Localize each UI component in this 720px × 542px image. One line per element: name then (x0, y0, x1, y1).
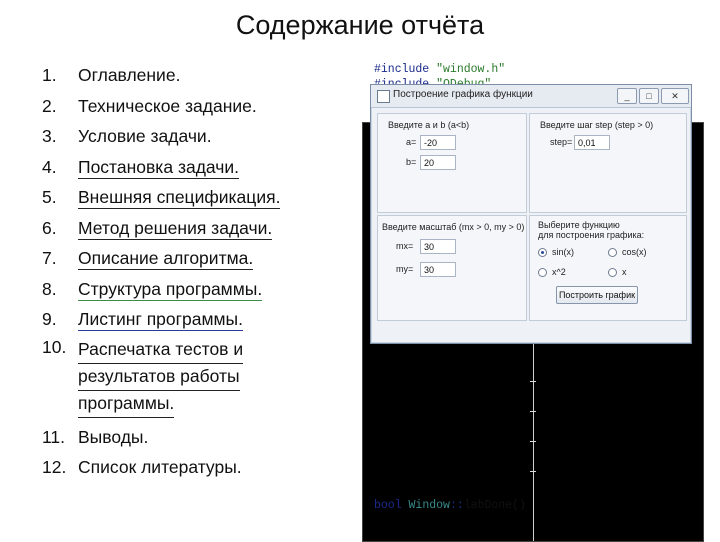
b-input[interactable]: 20 (420, 155, 456, 170)
mx-input[interactable]: 30 (420, 239, 456, 254)
toc-link[interactable]: результатов работы (78, 364, 240, 391)
toc-link[interactable]: Распечатка тестов и (78, 337, 244, 364)
mx-label: mx= (396, 241, 414, 251)
toc-link[interactable]: Листинг программы. (78, 309, 244, 331)
toc-item-2: 2. Техническое задание. (42, 91, 342, 122)
a-input[interactable]: -20 (420, 135, 456, 150)
plot-graph-button[interactable]: Построить график (556, 286, 638, 304)
toc-number: 4. (42, 156, 57, 177)
toc-item-10[interactable]: 10. Распечатка тестов и результатов рабо… (42, 335, 342, 422)
toc-link[interactable]: Постановка задачи. (78, 156, 240, 179)
step-label: step= (550, 137, 573, 147)
step-heading: Введите шаг step (step > 0) (540, 120, 654, 130)
axis-tick (530, 411, 536, 412)
toc-text: Техническое задание. (78, 95, 257, 116)
radio-x-squared[interactable] (538, 268, 547, 277)
toc-item-5[interactable]: 5. Внешняя спецификация. (42, 182, 342, 213)
function-heading-line1: Выберите функцию (538, 220, 620, 230)
toc-item-3: 3. Условие задачи. (42, 121, 342, 152)
my-label: my= (396, 264, 414, 274)
toc-number: 12. (42, 457, 67, 477)
slide-title: Содержание отчёта (235, 10, 485, 40)
toc-item-6[interactable]: 6. Метод решения задачи. (42, 213, 342, 244)
code-snippet-bottom: bool Window::labDone() (374, 499, 526, 512)
radio-cos-label: cos(x) (622, 247, 647, 257)
minimize-button[interactable]: _ (617, 88, 637, 104)
axis-tick (530, 441, 536, 442)
window-title: Построение графика функции (393, 89, 533, 100)
toc-text: Выводы. (78, 426, 149, 447)
step-input[interactable]: 0,01 (574, 135, 610, 150)
radio-cos[interactable] (608, 248, 617, 257)
toc-number: 10. (42, 336, 67, 357)
toc-item-8[interactable]: 8. Структура программы. (42, 274, 342, 305)
function-panel: Выберите функцию для построения графика:… (529, 215, 687, 321)
code-line: #include "window.h" (374, 63, 506, 76)
step-panel: Введите шаг step (step > 0) step= 0,01 (529, 113, 687, 213)
toc-item-7[interactable]: 7. Описание алгоритма. (42, 243, 342, 274)
plot-settings-window: Построение графика функции _ □ ✕ Введите… (370, 84, 692, 344)
toc-text: Список литературы. (78, 457, 242, 477)
window-titlebar[interactable]: Построение графика функции _ □ ✕ (371, 85, 691, 108)
axis-tick (530, 381, 536, 382)
toc-number: 6. (42, 217, 57, 238)
toc-item-9[interactable]: 9. Листинг программы. (42, 304, 342, 335)
toc-item-4[interactable]: 4. Постановка задачи. (42, 152, 342, 183)
program-screenshot: #include "window.h" #include "QDebug" По… (360, 56, 705, 542)
radio-x-squared-label: x^2 (552, 267, 566, 277)
scale-panel: Введите масштаб (mx > 0, my > 0) mx= 30 … (377, 215, 527, 321)
maximize-button[interactable]: □ (639, 88, 659, 104)
toc-link[interactable]: Описание алгоритма. (78, 248, 254, 270)
toc-number: 8. (42, 278, 57, 299)
toc-item-1: 1. Оглавление. (42, 60, 342, 91)
close-button[interactable]: ✕ (661, 88, 689, 104)
range-panel: Введите a и b (a<b) a= -20 b= 20 (377, 113, 527, 213)
app-icon (377, 90, 390, 103)
toc-number: 1. (42, 65, 57, 85)
table-of-contents: 1. Оглавление. 2. Техническое задание. 3… (42, 60, 342, 483)
radio-sin[interactable] (538, 248, 547, 257)
toc-number: 7. (42, 248, 57, 268)
toc-number: 2. (42, 95, 57, 116)
radio-x-label: x (622, 267, 627, 277)
function-heading-line2: для построения графика: (538, 230, 645, 240)
toc-item-12: 12. Список литературы. (42, 452, 342, 483)
toc-text: Оглавление. (78, 65, 181, 85)
range-heading: Введите a и b (a<b) (388, 120, 470, 130)
toc-number: 11. (42, 426, 66, 447)
axis-tick (530, 471, 536, 472)
a-label: a= (406, 137, 417, 147)
radio-sin-label: sin(x) (552, 247, 574, 257)
toc-number: 9. (42, 309, 57, 329)
toc-number: 5. (42, 187, 57, 207)
radio-x[interactable] (608, 268, 617, 277)
toc-link[interactable]: Структура программы. (78, 278, 263, 301)
toc-number: 3. (42, 126, 57, 146)
toc-text: Условие задачи. (78, 126, 212, 146)
toc-item-11: 11. Выводы. (42, 422, 342, 453)
toc-link[interactable]: Внешняя спецификация. (78, 187, 281, 209)
toc-link[interactable]: программы. (78, 391, 175, 418)
scale-heading: Введите масштаб (mx > 0, my > 0) (382, 222, 525, 232)
my-input[interactable]: 30 (420, 262, 456, 277)
toc-link[interactable]: Метод решения задачи. (78, 217, 273, 240)
b-label: b= (406, 157, 417, 167)
